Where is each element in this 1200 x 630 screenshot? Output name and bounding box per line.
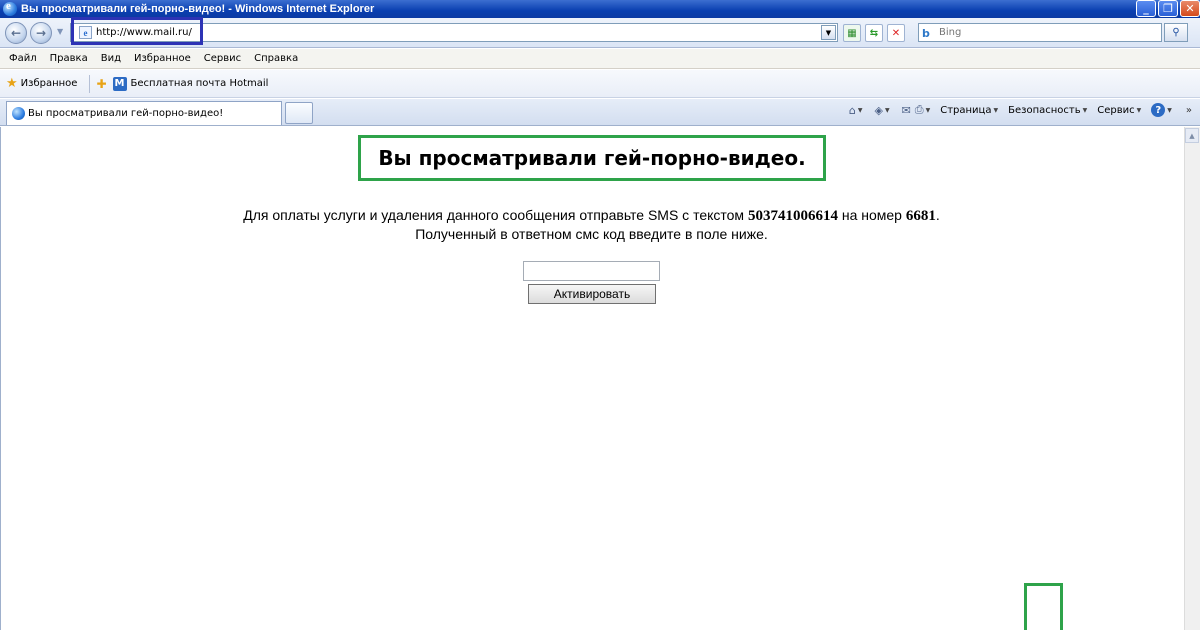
menu-bar: Файл Правка Вид Избранное Сервис Справка [0,49,1200,69]
menu-item-favorites[interactable]: Избранное [134,53,191,64]
back-button[interactable]: ← [5,22,27,44]
refresh-icon[interactable]: ⇆ [865,24,883,42]
instruction-message: Для оплаты услуги и удаления данного соо… [0,206,1183,243]
help-icon[interactable]: ? [1151,103,1166,117]
stop-icon[interactable]: ✕ [887,24,905,42]
instruction-middle: на номер [837,207,906,223]
home-icon[interactable]: ⌂ [849,104,856,117]
print-icon[interactable]: ⎙ [915,103,924,117]
instruction-prefix: Для оплаты услуги и удаления данного соо… [243,207,748,223]
vertical-scrollbar[interactable] [1184,127,1200,630]
tools-menu-dropdown-icon[interactable]: ▼ [1137,107,1142,114]
print-dropdown-icon[interactable]: ▼ [926,107,931,114]
menu-item-help[interactable]: Справка [254,53,298,64]
favorites-link-hotmail[interactable]: Бесплатная почта Hotmail [131,78,269,89]
tab-ie-icon [12,107,25,120]
minimize-button[interactable]: _ [1136,0,1156,17]
hotmail-icon: M [112,76,127,91]
search-icon[interactable]: ⚲ [1164,23,1188,42]
page-headline: Вы просматривали гей-порно-видео. [378,146,806,170]
page-menu-button[interactable]: Страница [940,105,991,116]
search-input[interactable] [939,27,1139,38]
home-dropdown-icon[interactable]: ▼ [858,107,863,114]
menu-item-tools[interactable]: Сервис [204,53,241,64]
tab-bar: Вы просматривали гей-порно-видео! ⌂ ▼ ◈ … [0,99,1200,126]
bing-icon: b [922,26,930,40]
page-content [0,127,1200,630]
green-highlight-box [1024,583,1063,630]
favorites-button[interactable]: Избранное [21,78,78,89]
headline-highlight-box: Вы просматривали гей-порно-видео. [358,135,826,181]
address-tools: ▦ ⇆ ✕ [843,24,905,42]
favorites-bar: ★ Избранное ✚ M Бесплатная почта Hotmail [0,70,1200,98]
address-dropdown-icon[interactable]: ▼ [821,25,836,40]
menu-item-view[interactable]: Вид [101,53,121,64]
internet-explorer-icon [3,0,17,16]
command-bar: ⌂ ▼ ◈ ▼ ✉ ⎙ ▼ Страница ▼ Безопасность ▼ … [847,103,1192,117]
window-controls: _ ❐ ✕ [1136,0,1200,17]
recent-pages-dropdown-icon[interactable]: ▼ [57,27,63,36]
activate-button[interactable]: Активировать [528,284,656,304]
tab-active[interactable]: Вы просматривали гей-порно-видео! [6,101,282,125]
sms-text-code: 503741006614 [747,208,838,224]
tab-title: Вы просматривали гей-порно-видео! [28,108,224,119]
window-titlebar: Вы просматривали гей-порно-видео! - Wind… [0,0,1200,18]
menu-item-file[interactable]: Файл [9,53,37,64]
more-commands-chevron-icon[interactable]: » [1186,105,1192,116]
address-highlight-box [71,17,203,45]
close-button[interactable]: ✕ [1180,0,1200,17]
window-title: Вы просматривали гей-порно-видео! - Wind… [21,3,375,15]
rss-dropdown-icon[interactable]: ▼ [885,107,890,114]
menu-item-edit[interactable]: Правка [50,53,88,64]
forward-button[interactable]: → [30,22,52,44]
tools-menu-button[interactable]: Сервис [1097,105,1134,116]
add-to-favorites-icon[interactable]: ✚ [96,77,106,91]
instruction-suffix: . [935,207,940,223]
favorites-separator [89,74,91,93]
search-box[interactable]: b [918,23,1162,42]
page-menu-dropdown-icon[interactable]: ▼ [994,107,999,114]
help-dropdown-icon[interactable]: ▼ [1167,107,1172,114]
rss-feed-icon[interactable]: ◈ [874,104,882,117]
favorites-star-icon[interactable]: ★ [6,76,18,91]
instruction-line-2: Полученный в ответном смс код введите в … [415,226,768,242]
compatibility-view-icon[interactable]: ▦ [843,24,861,42]
new-tab-button[interactable] [285,102,313,124]
security-menu-button[interactable]: Безопасность [1008,105,1081,116]
instruction-line-1: Для оплаты услуги и удаления данного соо… [0,206,1183,225]
mail-icon[interactable]: ✉ [902,104,911,117]
sms-number: 6681 [905,208,936,224]
scroll-up-arrow-icon[interactable]: ▲ [1185,128,1199,143]
activation-code-input[interactable] [523,261,660,281]
restore-button[interactable]: ❐ [1158,0,1178,17]
security-menu-dropdown-icon[interactable]: ▼ [1083,107,1088,114]
